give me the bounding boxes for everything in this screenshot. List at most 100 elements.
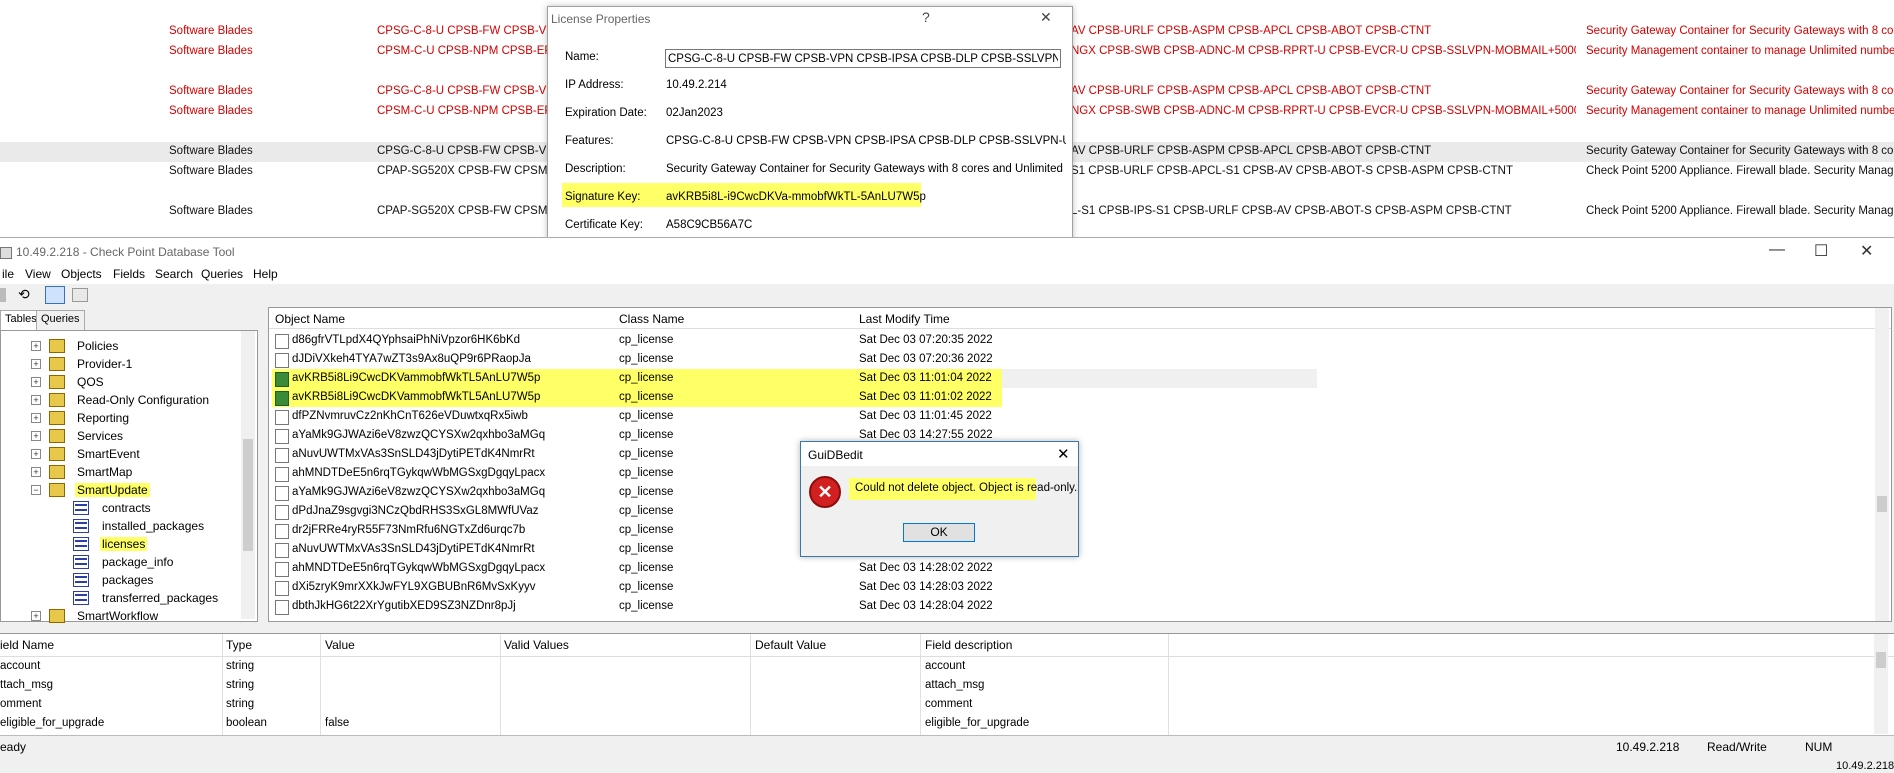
tree-node-label: SmartWorkflow <box>77 609 159 623</box>
expand-icon[interactable]: + <box>31 611 41 621</box>
tree-node-policies[interactable]: + Policies <box>1 338 241 354</box>
field-type: string <box>226 660 255 672</box>
close-icon[interactable]: ✕ <box>1040 9 1052 26</box>
table-row[interactable]: aNuvUWTMxVAs3SnSLD43jDytiPETdK4NmrRt cp_l… <box>272 445 1317 464</box>
object-name: d86gfrVTLpdX4QYphsaiPhNiVpzor6HK6bKd <box>292 334 521 346</box>
toolbar-icon[interactable] <box>0 288 6 302</box>
menu-view[interactable]: View <box>25 267 51 281</box>
tree-node-reporting[interactable]: + Reporting <box>1 410 241 426</box>
table-row[interactable]: aNuvUWTMxVAs3SnSLD43jDytiPETdK4NmrRt cp_l… <box>272 540 1317 559</box>
object-name: dfPZNvmruvCz2nKhCnT626eVDuwtxqRx5iwb <box>292 410 528 422</box>
collapse-icon[interactable]: − <box>31 485 41 495</box>
tree-node-qos[interactable]: + QOS <box>1 374 241 390</box>
menu-help[interactable]: Help <box>253 267 278 281</box>
tree-node-installed-packages[interactable]: installed_packages <box>1 518 241 534</box>
expand-icon[interactable]: + <box>31 395 41 405</box>
tree-node-contracts[interactable]: contracts <box>1 500 241 516</box>
tree-scrollbar[interactable] <box>241 331 255 619</box>
table-row[interactable]: dJDiVXkeh4TYA7wZT3s9Ax8uQP9r6PRaopJa cp_l… <box>272 350 1317 369</box>
tree-node-smartevent[interactable]: + SmartEvent <box>1 446 241 462</box>
tree-node-package-info[interactable]: package_info <box>1 554 241 570</box>
header-field-description[interactable]: Field description <box>925 638 1012 652</box>
help-button[interactable]: ? <box>922 9 930 25</box>
expand-icon[interactable]: + <box>31 359 41 369</box>
tree-node-transferred-packages[interactable]: transferred_packages <box>1 590 241 606</box>
menu-fields[interactable]: Fields <box>113 267 145 281</box>
license-row-features: S1 CPSB-URLF CPSB-APCL-S1 CPSB-AV CPSB-A… <box>1071 165 1513 177</box>
expand-icon[interactable]: + <box>31 377 41 387</box>
expand-icon[interactable]: + <box>31 341 41 351</box>
refresh-icon[interactable]: ⟲ <box>18 286 30 303</box>
tree-node-licenses[interactable]: licenses <box>1 536 241 552</box>
header-valid-values[interactable]: Valid Values <box>504 638 569 652</box>
object-time: Sat Dec 03 14:28:02 2022 <box>859 562 993 574</box>
menu-objects[interactable]: Objects <box>61 267 102 281</box>
tree-node-packages[interactable]: packages <box>1 572 241 588</box>
tab-queries[interactable]: Queries <box>36 310 85 332</box>
header-last-modify[interactable]: Last Modify Time <box>859 312 950 326</box>
signature-label: Signature Key: <box>565 191 641 203</box>
license-row-license: CPAP-SG520X CPSB-FW CPSM-C- <box>377 165 547 177</box>
description-value: Security Gateway Container for Security … <box>666 163 1066 175</box>
ok-button[interactable]: OK <box>903 523 975 542</box>
name-label: Name: <box>565 51 599 63</box>
table-row[interactable]: dXi5zryK9mrXXkJwFYL9XGBUBnR6MvSxKyyv cp_l… <box>272 578 1317 597</box>
field-row[interactable]: eligible_for_upgrade boolean false eligible… <box>0 714 1160 733</box>
tree-node-provider-1[interactable]: + Provider-1 <box>1 356 241 372</box>
header-class-name[interactable]: Class Name <box>619 312 684 326</box>
license-object-icon <box>275 505 289 520</box>
header-field-name[interactable]: ield Name <box>0 638 54 652</box>
header-object-name[interactable]: Object Name <box>275 312 345 326</box>
tree-node-smartworkflow[interactable]: + SmartWorkflow <box>1 608 241 624</box>
tree-node-services[interactable]: + Services <box>1 428 241 444</box>
table-row[interactable]: dfPZNvmruvCz2nKhCnT626eVDuwtxqRx5iwb cp_l… <box>272 407 1317 426</box>
table-row[interactable]: ahMNDTDeE5n6rqTGykqwWbMGSxgDgqyLpacx cp_l… <box>272 464 1317 483</box>
table-row[interactable]: avKRB5i8Li9CwcDKVammobfWkTL5AnLU7W5p cp_l… <box>272 369 1317 388</box>
table-row[interactable]: aYaMk9GJWAzi6eV8zwzQCYSXw2qxhbo3aMGq cp_l… <box>272 426 1317 445</box>
object-class: cp_license <box>619 353 674 365</box>
tree-node-read-only-configuration[interactable]: + Read-Only Configuration <box>1 392 241 408</box>
field-row[interactable]: ttach_msg string attach_msg <box>0 676 1160 695</box>
header-default-value[interactable]: Default Value <box>755 638 826 652</box>
object-list-scrollbar[interactable] <box>1875 308 1889 621</box>
scroll-thumb[interactable] <box>243 439 253 551</box>
menu-search[interactable]: Search <box>155 267 193 281</box>
table-row[interactable]: dr2jFRRe4ryR55F73NmRfu6NGTxZd6urqc7b cp_l… <box>272 521 1317 540</box>
header-value[interactable]: Value <box>325 638 355 652</box>
scroll-thumb[interactable] <box>1877 496 1887 512</box>
scroll-thumb[interactable] <box>1876 652 1886 668</box>
menu-queries[interactable]: Queries <box>201 267 243 281</box>
license-object-icon <box>275 543 289 558</box>
table-row[interactable]: dbthJkHG6t22XrYgutibXED9SZ3NZDnr8pJj cp_l… <box>272 597 1317 616</box>
license-row-features: AV CPSB-URLF CPSB-ASPM CPSB-APCL CPSB-AB… <box>1071 85 1432 97</box>
list-view-icon[interactable] <box>72 288 88 302</box>
field-name: ttach_msg <box>0 679 54 691</box>
close-icon[interactable]: ✕ <box>1057 445 1070 463</box>
grid-view-icon[interactable] <box>45 286 65 304</box>
field-grid-scrollbar[interactable] <box>1874 634 1888 734</box>
menu-file[interactable]: ile <box>2 267 14 281</box>
name-field[interactable] <box>665 49 1061 68</box>
field-row[interactable]: account string account <box>0 657 1160 676</box>
field-row[interactable]: omment string comment <box>0 695 1160 714</box>
table-row[interactable]: ahMNDTDeE5n6rqTGykqwWbMGSxgDgqyLpacx cp_l… <box>272 559 1317 578</box>
table-row[interactable]: avKRB5i8Li9CwcDKVammobfWkTL5AnLU7W5p cp_l… <box>272 388 1317 407</box>
license-row-license: CPSG-C-8-U CPSB-FW CPSB-VPN <box>377 25 547 37</box>
tree-node-label: package_info <box>102 555 174 569</box>
object-name: dbthJkHG6t22XrYgutibXED9SZ3NZDnr8pJj <box>292 600 516 612</box>
header-type[interactable]: Type <box>226 638 252 652</box>
license-row-type: Software Blades <box>169 145 253 157</box>
expand-icon[interactable]: + <box>31 467 41 477</box>
minimize-icon[interactable]: — <box>1769 241 1785 259</box>
object-class: cp_license <box>619 467 674 479</box>
expand-icon[interactable]: + <box>31 413 41 423</box>
expand-icon[interactable]: + <box>31 431 41 441</box>
table-row[interactable]: d86gfrVTLpdX4QYphsaiPhNiVpzor6HK6bKd cp_l… <box>272 331 1317 350</box>
tree-node-smartmap[interactable]: + SmartMap <box>1 464 241 480</box>
tree-node-smartupdate[interactable]: − SmartUpdate <box>1 482 241 498</box>
expand-icon[interactable]: + <box>31 449 41 459</box>
close-icon[interactable]: ✕ <box>1860 241 1873 261</box>
maximize-icon[interactable]: ☐ <box>1814 241 1828 261</box>
table-row[interactable]: dPdJnaZ9sgvgi3NCzQbdRHS3SxGL8MWfUVaz cp_l… <box>272 502 1317 521</box>
table-row[interactable]: aYaMk9GJWAzi6eV8zwzQCYSXw2qxhbo3aMGq cp_l… <box>272 483 1317 502</box>
